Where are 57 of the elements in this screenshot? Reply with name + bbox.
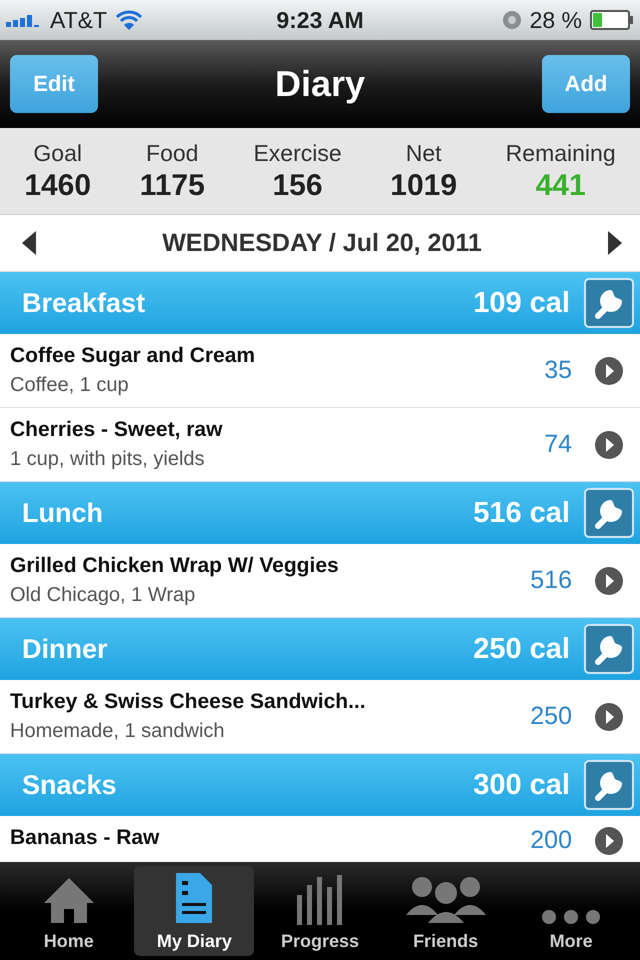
tab-bar-item[interactable]: My Diary [134, 866, 254, 956]
summary-value: 441 [536, 168, 586, 202]
food-name: Bananas - Raw [10, 826, 160, 850]
meal-name: Lunch [22, 498, 104, 528]
food-name: Grilled Chicken Wrap W/ Veggies [10, 554, 340, 578]
summary-label: Remaining [506, 140, 616, 166]
summary-value: 1019 [390, 168, 458, 202]
food-serving: Coffee, 1 cup [10, 374, 130, 397]
next-day-icon[interactable] [606, 230, 624, 256]
food-calories: 516 [530, 566, 572, 595]
summary-value: 156 [272, 168, 323, 202]
summary-label: Net [406, 140, 442, 166]
meal-total: 250 cal [473, 632, 570, 666]
summary-label: Food [146, 140, 198, 166]
disclosure-icon[interactable] [594, 702, 624, 732]
food-calories: 250 [530, 702, 572, 731]
previous-day-icon[interactable] [20, 230, 38, 256]
food-calories: 200 [530, 826, 572, 855]
tab-bar-item[interactable]: More [511, 866, 632, 956]
screen-title: Diary [274, 63, 366, 105]
summary-value: 1175 [140, 168, 205, 202]
home-icon [42, 875, 96, 925]
wifi-icon [115, 9, 144, 31]
status-time: 9:23 AM [276, 6, 364, 34]
summary-value: 1460 [24, 168, 92, 202]
disclosure-icon[interactable] [594, 566, 624, 596]
food-serving: Homemade, 1 sandwich [10, 720, 226, 743]
disclosure-icon[interactable] [594, 826, 624, 856]
summary-label: Exercise [253, 140, 342, 166]
food-name: Cherries - Sweet, raw [10, 418, 224, 442]
disclosure-icon[interactable] [594, 356, 624, 386]
tab-bar-item[interactable]: Progress [260, 866, 380, 956]
food-serving: 1 cup, with pits, yields [10, 448, 206, 471]
diary-date: WEDNESDAY / Jul 20, 2011 [162, 228, 482, 258]
summary-label: Goal [33, 140, 82, 166]
meal-name: Breakfast [22, 288, 146, 318]
food-serving: Old Chicago, 1 Wrap [10, 584, 196, 607]
food-name: Turkey & Swiss Cheese Sandwich... [10, 690, 367, 714]
food-calories: 35 [544, 356, 572, 385]
signal-icon [6, 13, 42, 27]
disclosure-icon[interactable] [594, 430, 624, 460]
carrier-name: AT&T [50, 6, 108, 34]
meal-name: Dinner [22, 634, 109, 664]
tab-bar-item[interactable]: Friends [386, 866, 506, 956]
battery-icon [590, 10, 634, 30]
meal-total: 516 cal [473, 496, 570, 530]
meal-total: 300 cal [473, 768, 570, 802]
meal-total: 109 cal [473, 286, 570, 320]
food-calories: 74 [544, 430, 572, 459]
more-icon [541, 909, 602, 925]
bar-chart-icon [294, 873, 345, 925]
food-entry[interactable]: Coffee Sugar and Cream Coffee, 1 cup 35 [0, 334, 640, 408]
tab-bar-item[interactable]: Home [8, 866, 129, 956]
battery-percent: 28 % [530, 6, 582, 34]
food-name: Coffee Sugar and Cream [10, 344, 256, 368]
meal-name: Snacks [22, 770, 118, 800]
document-icon [174, 871, 214, 925]
